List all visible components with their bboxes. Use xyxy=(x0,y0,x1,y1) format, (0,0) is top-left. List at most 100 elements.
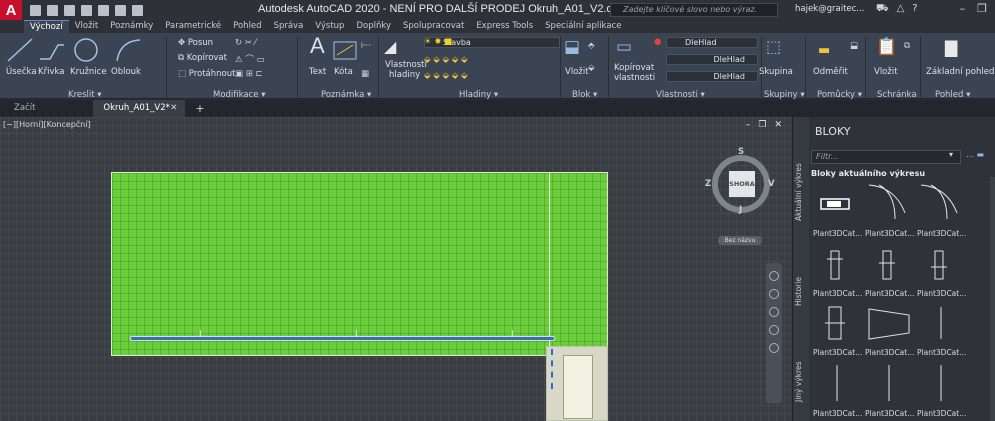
new-tab-button[interactable]: + xyxy=(185,100,214,117)
search-input[interactable]: Zadejte klíčové slovo nebo výraz. xyxy=(610,3,778,17)
block-create-icon[interactable]: ⬙ xyxy=(588,63,595,73)
properties-panel-title[interactable]: Vlastnosti ▾ xyxy=(656,90,705,100)
block-panel-title[interactable]: Blok ▾ xyxy=(572,90,597,100)
block-thumbnail[interactable] xyxy=(917,363,965,403)
tab-express-tools[interactable]: Express Tools xyxy=(470,20,539,33)
new-icon[interactable] xyxy=(30,4,41,16)
block-thumbnail[interactable] xyxy=(865,181,913,221)
tab-doplnky[interactable]: Doplňky xyxy=(350,20,397,33)
layer-properties-icon[interactable]: ◢ xyxy=(384,37,396,56)
save-as-icon[interactable] xyxy=(81,4,92,16)
palette-tab-other-drawing[interactable]: Jiný výkres xyxy=(794,357,808,407)
palette-tab-history[interactable]: Historie xyxy=(794,267,808,317)
compass-east[interactable]: V xyxy=(768,179,775,189)
tab-sprava[interactable]: Správa xyxy=(268,20,310,33)
block-thumbnail[interactable] xyxy=(813,185,861,225)
help-icon[interactable]: ? xyxy=(912,3,917,16)
linetype-dropdown[interactable]: DleHlad xyxy=(666,54,758,65)
clipboard-panel-title[interactable]: Schránka xyxy=(877,90,917,100)
compass-south[interactable]: J xyxy=(739,205,742,215)
layer-properties-button[interactable]: Vlastnosti xyxy=(385,60,427,70)
save-icon[interactable] xyxy=(64,4,75,16)
open-icon[interactable] xyxy=(47,4,58,16)
compass-north[interactable]: S xyxy=(738,147,744,157)
viewport-minimize-button[interactable]: – xyxy=(746,120,751,130)
viewcube[interactable]: SHORA S J V Z xyxy=(705,147,775,215)
insert-block-icon[interactable]: ⬓ xyxy=(564,37,580,57)
viewport-controls-label[interactable]: [−][Horní][Koncepční] xyxy=(3,120,91,129)
block-label[interactable]: Plant3DCat... xyxy=(813,229,862,238)
orbit-icon[interactable] xyxy=(769,325,779,335)
close-tab-button[interactable]: ✕ xyxy=(170,100,177,117)
undo-icon[interactable] xyxy=(115,4,126,16)
filter-dropdown-icon[interactable]: ▾ xyxy=(949,150,953,159)
showmotion-icon[interactable] xyxy=(769,343,779,353)
tab-vlozit[interactable]: Vložit xyxy=(69,20,105,33)
measure-icon[interactable]: ▬ xyxy=(818,43,830,58)
block-thumbnail[interactable] xyxy=(917,245,965,285)
ucs-menu[interactable]: Bez názvu xyxy=(718,236,762,245)
annotation-panel-title[interactable]: Poznámka ▾ xyxy=(321,90,371,100)
dimension-button[interactable]: Kóta xyxy=(334,67,353,77)
block-label[interactable]: Plant3DCat... xyxy=(865,289,914,298)
modify-panel-title[interactable]: Modifikace ▾ xyxy=(213,90,266,100)
line-icon[interactable] xyxy=(6,37,34,63)
user-account[interactable]: hajek@graitec... xyxy=(795,4,864,14)
block-editor-icon[interactable]: ⬘ xyxy=(588,41,595,51)
tab-poznamky[interactable]: Poznámky xyxy=(104,20,159,33)
groups-panel-title[interactable]: Skupiny ▾ xyxy=(764,90,805,100)
model-area[interactable] xyxy=(111,172,608,356)
stretch-icon[interactable]: ⬚ xyxy=(178,69,189,79)
leader-icon[interactable]: ⊢· xyxy=(361,41,371,51)
mirror-icon[interactable]: ⚠ ⌒ ▭ xyxy=(235,53,265,65)
block-thumbnail[interactable] xyxy=(813,245,861,285)
autocad-logo-icon[interactable]: A xyxy=(0,0,22,20)
rotate-icon[interactable]: ↻ ✂ ⁄ xyxy=(235,38,256,48)
copy-button[interactable]: Kopírovat xyxy=(187,53,227,63)
block-label[interactable]: Plant3DCat... xyxy=(813,348,862,357)
block-label[interactable]: Plant3DCat... xyxy=(917,289,966,298)
block-thumbnail[interactable] xyxy=(917,303,965,343)
lineweight-dropdown[interactable]: DleHlad xyxy=(666,71,758,82)
block-label[interactable]: Plant3DCat... xyxy=(813,409,862,418)
line-button[interactable]: Úsečka xyxy=(6,67,37,77)
block-label[interactable]: Plant3DCat... xyxy=(813,289,862,298)
group-icon[interactable]: ⬚ xyxy=(766,37,781,56)
match-properties-button-line2[interactable]: vlastnosti xyxy=(614,73,655,83)
viewport-restore-button[interactable]: ❐ xyxy=(758,120,766,130)
block-thumbnail[interactable] xyxy=(865,303,913,343)
drawing-viewport[interactable]: [−][Horní][Koncepční] – ❐ ✕ I I I SHORA … xyxy=(0,117,792,421)
move-icon[interactable]: ✥ xyxy=(178,38,188,48)
tab-start[interactable]: Začít xyxy=(0,100,93,117)
palette-tab-current-drawing[interactable]: Aktuální výkres xyxy=(794,157,808,227)
match-properties-button[interactable]: Kopírovat xyxy=(614,63,654,73)
dimension-icon[interactable] xyxy=(333,39,357,61)
pipe-marker[interactable]: I xyxy=(511,331,515,342)
match-properties-icon[interactable]: ▭ xyxy=(616,37,632,57)
stretch-button[interactable]: Protáhnout xyxy=(189,69,236,79)
viewport-close-button[interactable]: ✕ xyxy=(774,120,782,130)
block-thumbnail[interactable] xyxy=(813,363,861,403)
tab-parametricke[interactable]: Parametrické xyxy=(159,20,227,33)
base-view-icon[interactable]: ▇ xyxy=(945,38,957,57)
draw-panel-title[interactable]: Kreslit ▾ xyxy=(68,90,102,100)
tab-vystup[interactable]: Výstup xyxy=(309,20,350,33)
layer-properties-button-line2[interactable]: hladiny xyxy=(389,70,420,80)
pipe-marker[interactable]: I xyxy=(199,331,203,342)
tab-vychozi[interactable]: Výchozí xyxy=(24,20,69,33)
pipe-marker[interactable]: I xyxy=(355,331,359,342)
full-navigation-wheel-icon[interactable] xyxy=(769,271,779,281)
pipe[interactable] xyxy=(130,336,555,341)
model-line[interactable] xyxy=(549,172,550,357)
copy-icon[interactable]: ⧉ xyxy=(178,53,187,63)
block-label[interactable]: Plant3DCat... xyxy=(865,409,914,418)
block-thumbnail[interactable] xyxy=(865,245,913,285)
palette-scrollbar[interactable] xyxy=(990,177,995,421)
measure-button[interactable]: Odměřit xyxy=(813,67,848,77)
scale-icon[interactable]: ▣ ⊞ ⊏ xyxy=(235,69,263,79)
filter-input[interactable]: Filtr... xyxy=(811,150,961,164)
arc-icon[interactable] xyxy=(114,37,142,63)
copy-clip-icon[interactable]: ⧉ xyxy=(904,41,910,51)
block-label[interactable]: Plant3DCat... xyxy=(917,409,966,418)
block-label[interactable]: Plant3DCat... xyxy=(865,229,914,238)
